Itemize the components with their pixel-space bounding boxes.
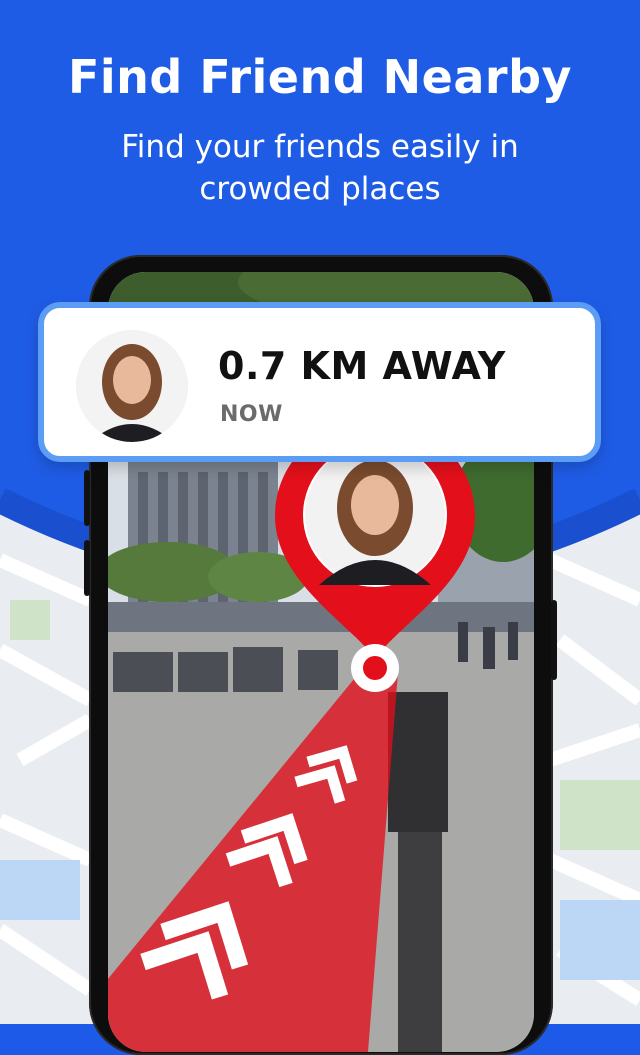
- pin-avatar: [305, 445, 445, 585]
- page-subtitle: Find your friends easily in crowded plac…: [121, 129, 519, 207]
- time-label: NOW: [220, 402, 283, 427]
- phone-side-button: [84, 470, 90, 526]
- friend-info-card[interactable]: 0.7 KM AWAY NOW: [38, 302, 601, 462]
- phone-power-button: [551, 600, 557, 680]
- phone-side-button: [84, 540, 90, 596]
- page-title: Find Friend Nearby: [67, 50, 573, 104]
- chevron-up-icon: [140, 901, 249, 1000]
- distance-label: 0.7 KM AWAY: [218, 344, 506, 388]
- avatar: [76, 330, 188, 442]
- map-pin-icon[interactable]: [275, 420, 475, 700]
- chevron-up-icon: [225, 813, 308, 888]
- chevron-up-icon: [294, 745, 358, 804]
